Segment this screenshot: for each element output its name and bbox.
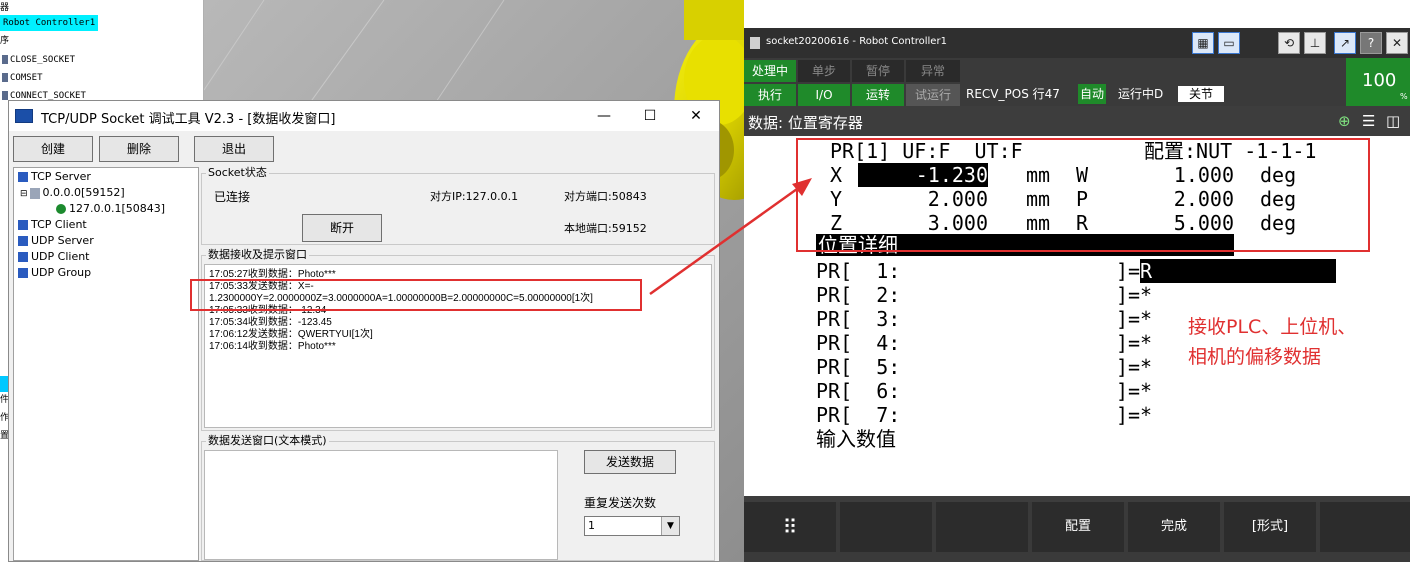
annotation-line: 相机的偏移数据 — [1188, 346, 1322, 368]
annotation-text: 接收PLC、上位机、 相机的偏移数据 — [1188, 312, 1356, 372]
annotation-line: 接收PLC、上位机、 — [1188, 316, 1357, 338]
annotation-arrow — [649, 178, 812, 296]
